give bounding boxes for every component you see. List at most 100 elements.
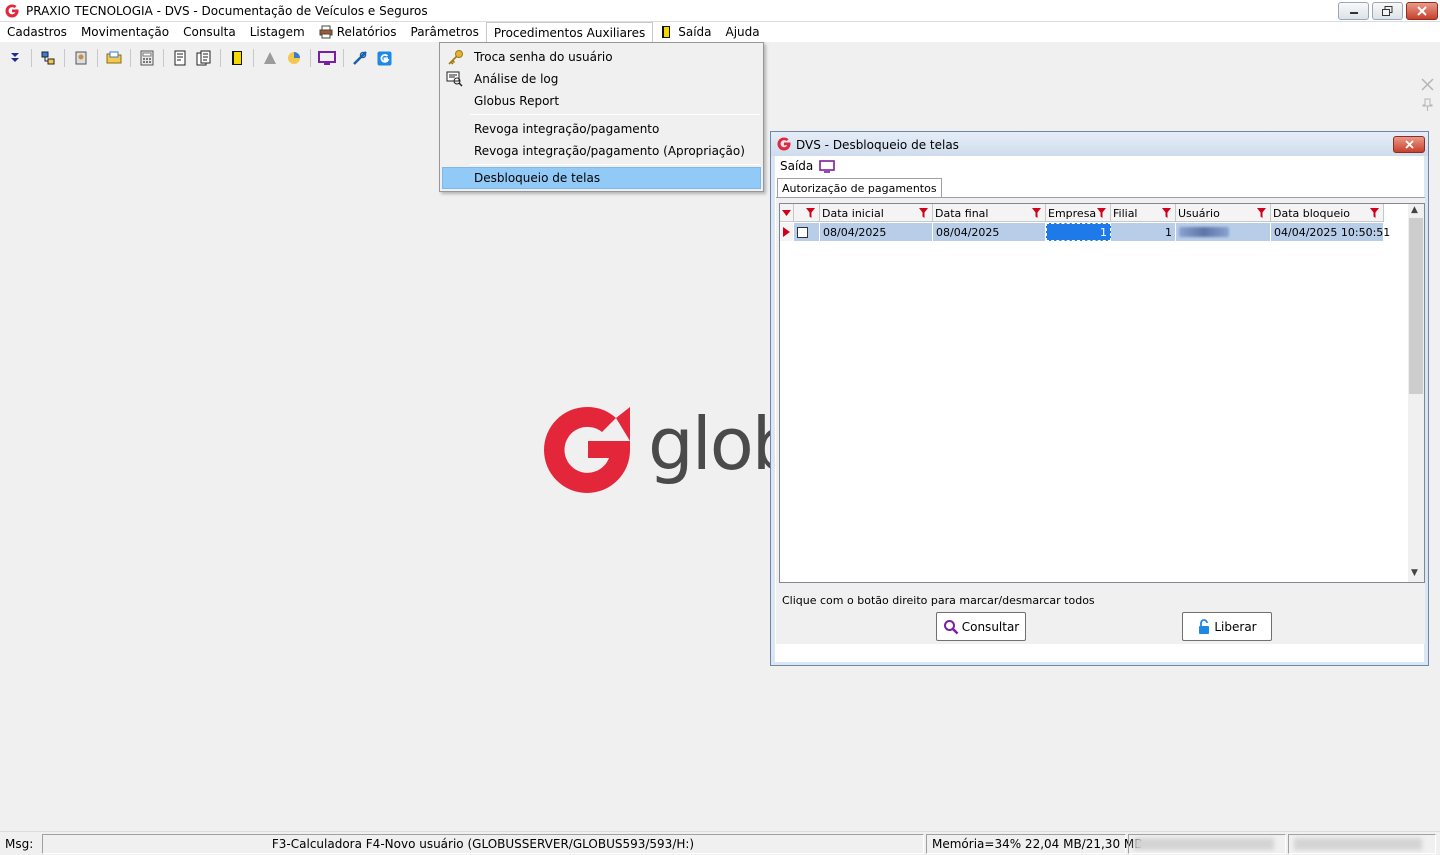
close-icon: [1404, 140, 1414, 149]
close-icon: [1417, 6, 1427, 16]
column-header-filial[interactable]: Filial: [1111, 204, 1176, 222]
menu-item-revoga-integracao-apropriacao[interactable]: Revoga integração/pagamento (Apropriação…: [442, 140, 761, 162]
hint-text: Clique com o botão direito para marcar/d…: [782, 594, 1095, 607]
double-arrow-down-icon: [11, 53, 19, 62]
filter-icon[interactable]: [1032, 208, 1041, 218]
table-row[interactable]: 08/04/2025 08/04/2025 1 1 04/04/2025 10:…: [780, 223, 1390, 241]
user-document-icon: [75, 51, 87, 65]
toolbar-triangle-button[interactable]: [259, 47, 281, 69]
menu-parametros[interactable]: Parâmetros: [404, 22, 486, 42]
toolbar-separator: [130, 49, 131, 67]
calculator-icon: [140, 50, 154, 66]
cell-data-final[interactable]: 08/04/2025: [933, 223, 1046, 241]
menu-label: Listagem: [249, 25, 305, 39]
menu-cadastros[interactable]: Cadastros: [0, 22, 74, 42]
pin-icon[interactable]: [1422, 98, 1433, 112]
menu-item-label: Globus Report: [474, 94, 560, 108]
toolbar-monitor-button[interactable]: [316, 47, 338, 69]
print-document-icon: [174, 50, 186, 66]
filter-icon[interactable]: [1097, 208, 1106, 218]
menu-label: Movimentação: [80, 25, 170, 39]
toolbar-calculator-button[interactable]: [136, 47, 158, 69]
cell-filial[interactable]: 1: [1111, 223, 1176, 241]
network-icon: [41, 51, 55, 65]
menu-item-label: Troca senha do usuário: [474, 50, 613, 64]
toolbar-separator: [64, 49, 65, 67]
dialog-menubar: Saída: [775, 156, 1424, 176]
filter-icon[interactable]: [1257, 208, 1266, 218]
filter-icon[interactable]: [919, 208, 928, 218]
main-menubar: Cadastros Movimentação Consulta Listagem…: [0, 22, 1440, 42]
toolbar-folder-button[interactable]: [103, 47, 125, 69]
close-panel-icon[interactable]: [1421, 78, 1434, 91]
menu-movimentacao[interactable]: Movimentação: [74, 22, 176, 42]
pie-chart-icon: [288, 52, 300, 64]
menu-item-label: Revoga integração/pagamento (Apropriação…: [474, 144, 745, 158]
minimize-button[interactable]: [1338, 2, 1369, 20]
autorizacoes-grid: Data inicial Data final Empresa Filial U…: [779, 203, 1425, 583]
toolbar-globus-button[interactable]: [373, 47, 395, 69]
row-indicator: [780, 223, 794, 241]
menu-procedimentos-auxiliares[interactable]: Procedimentos Auxiliares: [485, 22, 654, 42]
menu-item-analise-de-log[interactable]: Análise de log: [442, 68, 761, 90]
tab-label: Autorização de pagamentos: [782, 182, 937, 195]
column-header-data-bloqueio[interactable]: Data bloqueio: [1271, 204, 1384, 222]
dialog-close-button[interactable]: [1393, 136, 1425, 153]
unlock-icon: [1199, 618, 1210, 634]
grid-indicator-header[interactable]: [780, 204, 794, 222]
scrollbar-thumb[interactable]: [1409, 218, 1423, 394]
menu-item-globus-report[interactable]: Globus Report: [442, 90, 761, 112]
menu-item-troca-senha[interactable]: Troca senha do usuário: [442, 46, 761, 68]
column-header-data-final[interactable]: Data final: [933, 204, 1046, 222]
filter-icon[interactable]: [1370, 208, 1379, 218]
cell-data-inicial[interactable]: 08/04/2025: [820, 223, 933, 241]
menu-consulta[interactable]: Consulta: [176, 22, 243, 42]
globus-logo-icon: [5, 4, 19, 18]
scroll-up-icon[interactable]: ▲: [1411, 205, 1418, 215]
close-button[interactable]: [1406, 2, 1438, 20]
folder-icon: [106, 51, 122, 64]
menu-item-revoga-integracao[interactable]: Revoga integração/pagamento: [442, 118, 761, 140]
menu-item-desbloqueio-de-telas[interactable]: Desbloqueio de telas: [442, 167, 761, 189]
grid-vertical-scrollbar[interactable]: ▲ ▼: [1408, 204, 1424, 582]
column-label: Filial: [1113, 206, 1138, 220]
globus-g-icon: [377, 51, 391, 65]
column-label: Data bloqueio: [1273, 206, 1351, 220]
main-toolbar: [0, 42, 440, 74]
toolbar-exit-button[interactable]: [226, 47, 248, 69]
menu-ajuda[interactable]: Ajuda: [719, 22, 767, 42]
column-label: Data final: [935, 206, 989, 220]
toolbar-expand-button[interactable]: [4, 47, 26, 69]
toolbar-network-button[interactable]: [37, 47, 59, 69]
monitor-icon[interactable]: [819, 159, 836, 173]
cell-data-bloqueio[interactable]: 04/04/2025 10:50:51: [1271, 223, 1390, 241]
restore-button[interactable]: [1372, 2, 1403, 20]
cell-empresa[interactable]: 1: [1046, 223, 1111, 241]
consultar-button[interactable]: Consultar: [936, 612, 1026, 641]
liberar-button[interactable]: Liberar: [1182, 612, 1272, 641]
column-header-empresa[interactable]: Empresa: [1046, 204, 1111, 222]
filter-icon[interactable]: [1162, 208, 1171, 218]
column-header-usuario[interactable]: Usuário: [1176, 204, 1271, 222]
cell-usuario[interactable]: [1176, 223, 1271, 241]
toolbar-tools-button[interactable]: [349, 47, 371, 69]
menu-item-label: Revoga integração/pagamento: [474, 122, 660, 136]
menu-separator: [470, 164, 760, 165]
column-header-data-inicial[interactable]: Data inicial: [820, 204, 933, 222]
menu-saida[interactable]: Saída: [653, 22, 718, 42]
grid-check-header[interactable]: [794, 204, 820, 222]
toolbar-separator: [163, 49, 164, 67]
dialog-menu-saida[interactable]: Saída: [780, 159, 813, 173]
menu-label: Parâmetros: [410, 25, 479, 39]
row-checkbox[interactable]: [797, 226, 808, 238]
toolbar-chart-button[interactable]: [283, 47, 305, 69]
column-label: Empresa: [1048, 206, 1097, 220]
menu-listagem[interactable]: Listagem: [243, 22, 312, 42]
toolbar-documents-button[interactable]: [193, 47, 215, 69]
toolbar-print-button[interactable]: [169, 47, 191, 69]
scroll-down-icon[interactable]: ▼: [1411, 568, 1418, 578]
tab-autorizacao-de-pagamentos[interactable]: Autorização de pagamentos: [777, 178, 942, 198]
menu-relatorios[interactable]: Relatórios: [312, 22, 404, 42]
toolbar-user-button[interactable]: [70, 47, 92, 69]
toolbar-separator: [220, 49, 221, 67]
